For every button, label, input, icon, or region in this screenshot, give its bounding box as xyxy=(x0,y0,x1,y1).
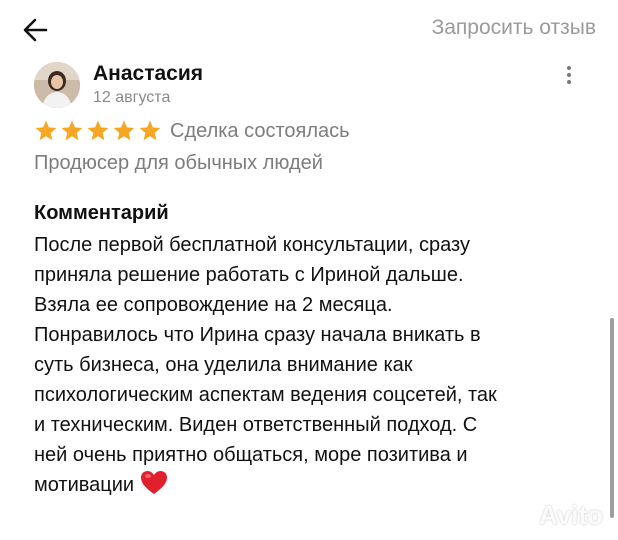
heart-icon xyxy=(141,471,168,494)
arrow-left-icon xyxy=(23,18,48,42)
review-date: 12 августа xyxy=(93,89,171,106)
avito-logo-icon xyxy=(513,505,532,525)
comment-line: Понравилось что Ирина сразу начала вника… xyxy=(34,324,481,346)
more-dot xyxy=(567,80,571,84)
star-icon xyxy=(61,120,83,141)
comment-body: После первой бесплатной консультации, ср… xyxy=(34,230,594,500)
comment-heading: Комментарий xyxy=(34,202,169,224)
avito-watermark: Avito xyxy=(511,500,603,531)
star-icon xyxy=(87,120,109,141)
comment-line: психологическим аспектам ведения соцсете… xyxy=(34,384,497,406)
author-name[interactable]: Анастасия xyxy=(93,60,203,82)
service-name: Продюсер для обычных людей xyxy=(34,152,323,174)
rating-row: Сделка состоялась xyxy=(34,117,350,145)
avatar[interactable] xyxy=(34,62,80,108)
back-button[interactable] xyxy=(20,14,52,46)
user-photo xyxy=(34,62,80,108)
comment-line: приняла решение работать с Ириной дальше… xyxy=(34,264,464,286)
comment-line-last: мотивации xyxy=(34,470,594,500)
comment-line-text: мотивации xyxy=(34,474,135,496)
watermark-text: Avito xyxy=(539,500,604,530)
scrollbar[interactable] xyxy=(610,318,614,518)
comment-line: и техническим. Виден ответственный подхо… xyxy=(34,414,478,436)
more-dot xyxy=(567,66,571,70)
more-options-button[interactable] xyxy=(559,64,579,88)
comment-line: ней очень приятно общаться, море позитив… xyxy=(34,444,468,466)
comment-line: После первой бесплатной консультации, ср… xyxy=(34,234,470,256)
star-icon xyxy=(113,120,135,141)
rating-stars xyxy=(34,119,162,143)
star-icon xyxy=(35,120,57,141)
deal-status: Сделка состоялась xyxy=(170,119,350,142)
comment-line: суть бизнеса, она уделила внимание как xyxy=(34,354,413,376)
star-icon xyxy=(139,120,161,141)
more-dot xyxy=(567,73,571,77)
comment-line: Взяла ее сопровождение на 2 месяца. xyxy=(34,294,393,316)
request-review-link[interactable]: Запросить отзыв xyxy=(432,16,596,40)
